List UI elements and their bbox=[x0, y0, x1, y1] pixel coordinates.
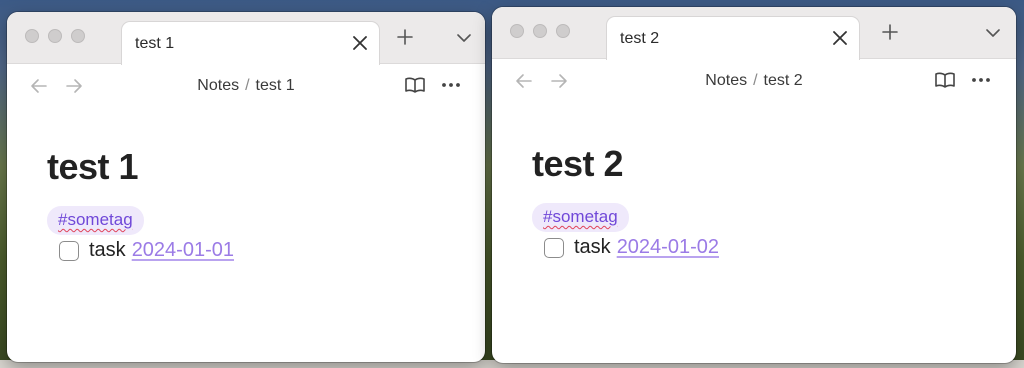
window-controls bbox=[25, 29, 85, 43]
tag-text: #sometag bbox=[58, 210, 133, 229]
window-minimize-button[interactable] bbox=[48, 29, 62, 43]
arrow-left-icon[interactable] bbox=[29, 76, 49, 96]
window-zoom-button[interactable] bbox=[556, 24, 570, 38]
note-window-1: test 1 Notes / test 1 test 1 #sometag ta… bbox=[7, 12, 485, 362]
tab-bar: test 2 bbox=[492, 7, 1016, 60]
breadcrumb-note[interactable]: test 1 bbox=[256, 77, 295, 94]
window-controls bbox=[510, 24, 570, 38]
more-options-icon[interactable] bbox=[970, 70, 992, 90]
note-content[interactable]: test 2 #sometag task 2024-01-02 bbox=[492, 103, 1016, 259]
task-label: task bbox=[89, 239, 126, 261]
arrow-left-icon[interactable] bbox=[514, 71, 534, 91]
plus-icon[interactable] bbox=[395, 27, 415, 47]
close-icon[interactable] bbox=[351, 34, 369, 52]
window-close-button[interactable] bbox=[510, 24, 524, 38]
note-title[interactable]: test 1 bbox=[47, 146, 485, 188]
more-options-icon[interactable] bbox=[440, 75, 462, 95]
window-minimize-button[interactable] bbox=[533, 24, 547, 38]
book-icon[interactable] bbox=[404, 75, 426, 95]
note-title[interactable]: test 2 bbox=[532, 143, 1016, 185]
chevron-down-icon[interactable] bbox=[984, 24, 1002, 42]
breadcrumb-note[interactable]: test 2 bbox=[764, 72, 803, 89]
breadcrumb-folder[interactable]: Notes bbox=[705, 72, 747, 89]
task-item: task 2024-01-01 bbox=[59, 239, 485, 262]
breadcrumb-folder[interactable]: Notes bbox=[197, 77, 239, 94]
tab-note[interactable]: test 1 bbox=[121, 21, 380, 65]
task-item: task 2024-01-02 bbox=[544, 236, 1016, 259]
task-checkbox[interactable] bbox=[59, 240, 79, 261]
task-date-link[interactable]: 2024-01-02 bbox=[617, 236, 719, 259]
tab-title: test 2 bbox=[620, 29, 660, 47]
arrow-right-icon[interactable] bbox=[549, 71, 569, 91]
chevron-down-icon[interactable] bbox=[455, 29, 473, 47]
note-content[interactable]: test 1 #sometag task 2024-01-01 bbox=[7, 108, 485, 262]
tab-note[interactable]: test 2 bbox=[606, 16, 860, 60]
task-date-link[interactable]: 2024-01-01 bbox=[132, 239, 234, 262]
tag-pill[interactable]: #sometag bbox=[47, 206, 144, 235]
task-label: task bbox=[574, 236, 611, 258]
breadcrumb-separator: / bbox=[753, 72, 758, 89]
tag-pill[interactable]: #sometag bbox=[532, 203, 629, 232]
tab-bar: test 1 bbox=[7, 12, 485, 65]
task-checkbox[interactable] bbox=[544, 237, 564, 258]
close-icon[interactable] bbox=[831, 29, 849, 47]
note-window-2: test 2 Notes / test 2 test 2 #sometag ta… bbox=[492, 7, 1016, 363]
window-zoom-button[interactable] bbox=[71, 29, 85, 43]
plus-icon[interactable] bbox=[880, 22, 900, 42]
note-header: Notes / test 1 bbox=[7, 64, 485, 108]
book-icon[interactable] bbox=[934, 70, 956, 90]
window-close-button[interactable] bbox=[25, 29, 39, 43]
breadcrumb-separator: / bbox=[245, 77, 250, 94]
tab-title: test 1 bbox=[135, 34, 175, 52]
note-header: Notes / test 2 bbox=[492, 59, 1016, 103]
arrow-right-icon[interactable] bbox=[64, 76, 84, 96]
tag-text: #sometag bbox=[543, 207, 618, 226]
